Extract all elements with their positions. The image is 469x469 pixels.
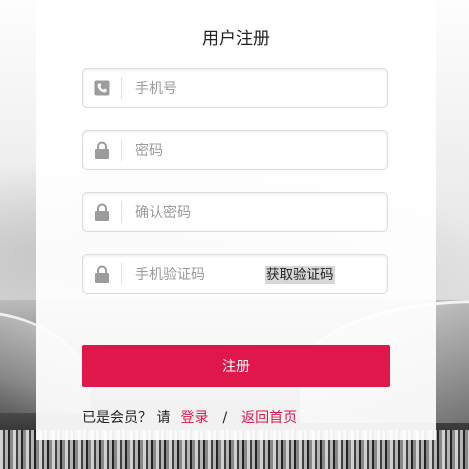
lock-icon [93, 265, 111, 283]
password-input[interactable] [133, 139, 307, 163]
register-panel: 用户注册 手机号 手机验证码 获取验证码 注册 已是会员？ 请 登录 / 返回首… [36, 0, 436, 440]
footer-separator: / [222, 410, 228, 426]
field-divider [121, 263, 122, 285]
field-divider [121, 201, 122, 223]
lock-icon [93, 141, 111, 159]
confirm-password-input[interactable] [133, 201, 307, 225]
page-title: 用户注册 [202, 29, 270, 49]
field-divider [121, 139, 122, 161]
lock-icon [93, 203, 111, 221]
sms-code-field[interactable]: 获取验证码 [82, 254, 388, 294]
phone-input[interactable] [133, 77, 307, 101]
login-prompt-text: 已是会员？ 请 [82, 410, 171, 426]
home-link[interactable]: 返回首页 [241, 410, 297, 426]
get-code-button[interactable]: 获取验证码 [265, 266, 335, 284]
login-prompt: 已是会员？ 请登录 / 返回首页 [82, 407, 297, 427]
password-field[interactable] [82, 130, 388, 170]
confirm-password-field[interactable] [82, 192, 388, 232]
register-button[interactable]: 注册 [82, 345, 390, 387]
field-divider [121, 77, 122, 99]
phone-icon [93, 79, 111, 97]
sms-code-input[interactable] [133, 263, 257, 287]
login-link[interactable]: 登录 [180, 410, 208, 426]
phone-field[interactable] [82, 68, 388, 108]
